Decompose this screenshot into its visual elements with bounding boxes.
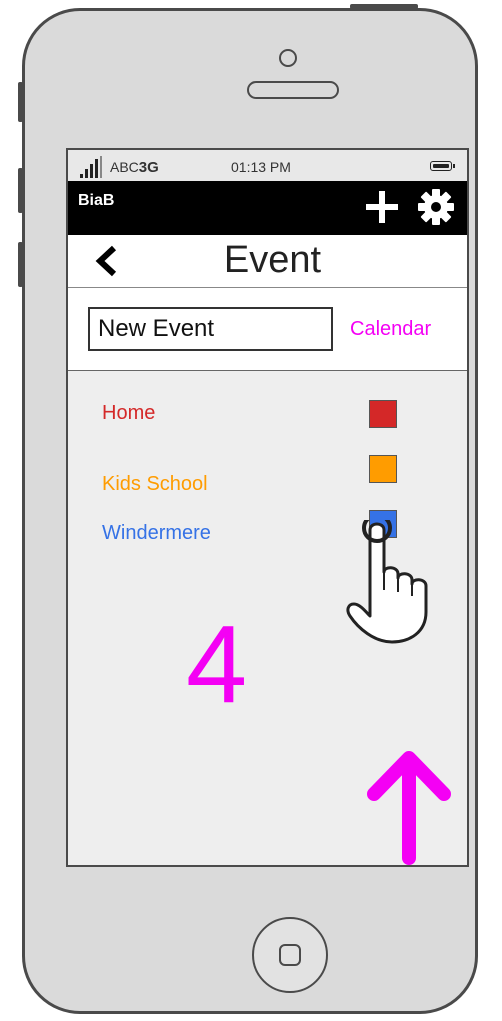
calendar-item-label[interactable]: Windermere bbox=[102, 522, 211, 545]
arrow-up-icon bbox=[367, 751, 451, 865]
page-title: Event bbox=[223, 239, 322, 281]
event-name-input[interactable] bbox=[88, 307, 333, 351]
step-number-annotation: 4 bbox=[186, 603, 248, 726]
power-button[interactable] bbox=[350, 4, 418, 9]
app-bar: BiaB bbox=[68, 181, 467, 235]
home-button-icon bbox=[279, 944, 301, 966]
pointing-hand-icon bbox=[346, 520, 428, 644]
calendar-item-label[interactable]: Kids School bbox=[102, 473, 208, 496]
volume-down-button[interactable] bbox=[18, 242, 23, 287]
event-form-row: Calendar bbox=[68, 288, 467, 371]
navigation-bar: Event bbox=[68, 235, 467, 288]
signal-icon bbox=[80, 156, 102, 178]
network-label: 3G bbox=[138, 159, 159, 176]
carrier-label: ABC3G bbox=[110, 159, 159, 176]
camera-icon bbox=[279, 49, 297, 67]
calendar-link[interactable]: Calendar bbox=[350, 318, 431, 341]
speaker-grille bbox=[247, 81, 339, 99]
app-title: BiaB bbox=[78, 192, 115, 209]
calendar-color-swatch[interactable] bbox=[369, 400, 397, 428]
mute-switch[interactable] bbox=[18, 82, 23, 122]
volume-up-button[interactable] bbox=[18, 168, 23, 213]
status-bar: ABC3G 01:13 PM bbox=[68, 150, 467, 182]
plus-icon[interactable] bbox=[364, 189, 400, 225]
calendar-item-label[interactable]: Home bbox=[102, 402, 155, 425]
status-time: 01:13 PM bbox=[231, 159, 291, 175]
calendar-color-swatch[interactable] bbox=[369, 455, 397, 483]
gear-icon[interactable] bbox=[416, 187, 456, 227]
home-button[interactable] bbox=[252, 917, 328, 993]
battery-icon bbox=[430, 161, 455, 171]
phone-screen: ABC3G 01:13 PM BiaB Event New Event Cale… bbox=[66, 148, 469, 867]
